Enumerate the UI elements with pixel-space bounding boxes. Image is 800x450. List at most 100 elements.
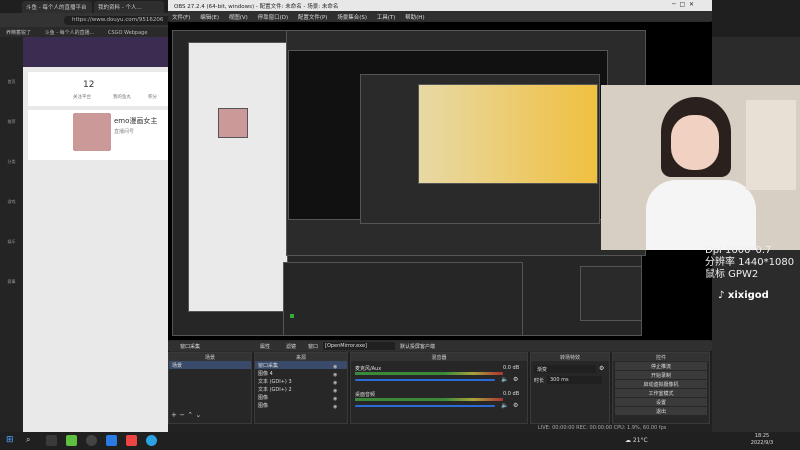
transitions-dock: 转场特效 渐变 ⚙ 时长 300 ms [530,352,610,424]
maximize-icon[interactable]: □ [679,1,685,8]
tiktok-watermark: ♪ xixigod [718,290,800,306]
obs-status-bar: LIVE: 00:00:00 REC: 00:00:00 CPU: 1.9%, … [168,424,712,432]
mixer-dock: 混音器 麦克风/Aux 0.0 dB 🔈 ⚙ 桌面音频 0.0 dB 🔈 ⚙ [350,352,528,424]
app-icon[interactable] [126,435,137,446]
obs-title-bar: OBS 27.2.4 (64-bit, windows) - 配置文件: 未命名… [168,0,712,11]
site-sidebar: 首页 推荐 分类 游戏 娱乐 赛事 [0,37,23,432]
browser-tab[interactable]: 斗鱼 - 每个人的直播平台 [22,1,92,13]
eye-icon[interactable]: ◉ [333,387,345,395]
windows-start-icon[interactable]: ⊞ [6,435,17,446]
selected-source-label: 窗口采集 [180,344,201,350]
taskbar [0,432,800,450]
menu-view[interactable]: 视图(V) [229,13,248,21]
bookmark[interactable]: 养精蓄锐了 [6,29,31,36]
stat-label: 积分 [148,95,157,100]
nested-docks [283,262,523,336]
duration-label: 时长 [534,378,545,384]
stream-status: LIVE: 00:00:00 REC: 00:00:00 CPU: 1.9%, … [538,425,667,431]
cloud-icon: ☁ [625,437,631,444]
menu-docks[interactable]: 停靠窗口(D) [258,13,289,21]
source-toolbar: 窗口采集 属性 滤镜 窗口 [OpenMirror.exe] 默认投屏客户端 [168,341,712,351]
task-view-icon[interactable] [46,435,57,446]
close-icon[interactable]: ✕ [689,1,694,8]
edge-browser-icon[interactable] [146,435,157,446]
mixer-channel-db: 0.0 dB [503,391,520,397]
sidebar-item[interactable]: 分类 [2,159,21,165]
stop-streaming-button[interactable]: 停止推流 [615,362,707,370]
window-select[interactable]: [OpenMirror.exe] [323,342,395,350]
start-recording-button[interactable]: 开始录制 [615,371,707,379]
obs-taskbar-icon[interactable] [86,435,97,446]
gear-icon[interactable]: ⚙ [513,402,518,409]
wechat-icon[interactable] [66,435,77,446]
start-virtual-camera-button[interactable]: 启动虚拟摄像机 [615,380,707,388]
speaker-icon[interactable]: 🔈 [501,402,508,409]
gear-icon[interactable]: ⚙ [513,376,518,383]
mixer-dock-title: 混音器 [351,353,527,361]
bookmark[interactable]: 斗鱼 - 每个人的直播... [45,29,95,36]
volume-meter [355,398,503,401]
volume-slider[interactable] [355,405,495,407]
properties-button[interactable]: 属性 [260,343,270,350]
sidebar-item[interactable]: 娱乐 [2,239,21,245]
stat-value: 12 [83,80,95,90]
scenes-dock-title: 场景 [169,353,251,361]
controls-dock-title: 控件 [613,353,709,361]
streamer-sub: 直播间号 [114,129,135,135]
menu-edit[interactable]: 编辑(E) [200,13,219,21]
move-down-icon[interactable]: ⌄ [195,411,201,419]
weather-widget[interactable]: ☁ 21°C [625,437,648,444]
nested-site-page [188,42,288,312]
gear-icon[interactable]: ⚙ [599,365,604,372]
nested-avatar [218,108,248,138]
volume-slider[interactable] [355,379,495,381]
mouse-text: 鼠标 GPW2 [705,269,759,280]
remove-icon[interactable]: − [179,411,185,419]
avatar[interactable] [73,113,111,151]
studio-mode-button[interactable]: 工作室模式 [615,389,707,397]
bookmark[interactable]: CSGO Webpage [108,30,147,36]
menu-scene-collection[interactable]: 场景集合(S) [337,13,367,21]
minimize-icon[interactable]: ─ [672,1,676,8]
mixer-channel-name: 麦克风/Aux [355,366,382,372]
browser-tab[interactable]: 我的资料 - 个人... [94,1,164,13]
sidebar-item[interactable]: 游戏 [2,199,21,205]
clock-time: 18:25 [754,433,770,439]
settings-button[interactable]: 设置 [615,398,707,406]
face [671,115,719,170]
window-controls: ─ □ ✕ [672,1,710,10]
eye-icon[interactable]: ◉ [333,379,345,387]
user-stats-card: 12 关注平台 我的鱼丸 积分 [28,72,168,106]
transition-select[interactable]: 渐变 [534,365,596,373]
nested-recursion [418,84,598,184]
menu-tools[interactable]: 工具(T) [377,13,396,21]
sidebar-item[interactable]: 推荐 [2,119,21,125]
eye-icon[interactable]: ◉ [333,371,345,379]
menu-file[interactable]: 文件(F) [172,13,190,21]
app-icon[interactable] [106,435,117,446]
controls-dock: 控件 停止推流 开始录制 启动虚拟摄像机 工作室模式 设置 退出 [612,352,710,424]
menu-help[interactable]: 帮助(H) [405,13,424,21]
duration-input[interactable]: 300 ms [547,376,602,384]
filters-button[interactable]: 滤镜 [286,343,296,350]
exit-button[interactable]: 退出 [615,407,707,415]
browser-tab-strip-right [712,0,800,37]
sidebar-item[interactable]: 首页 [2,79,21,85]
tiktok-icon: ♪ [718,290,725,301]
sources-dock-title: 来源 [255,353,347,361]
menu-profile[interactable]: 配置文件(P) [298,13,328,21]
eye-icon[interactable]: ◉ [333,395,345,403]
speaker-icon[interactable]: 🔈 [501,376,508,383]
eye-icon[interactable]: ◉ [333,363,345,371]
sidebar-item[interactable]: 赛事 [2,279,21,285]
add-icon[interactable]: + [171,411,177,419]
visibility-icons: ◉ ◉ ◉ ◉ ◉ ◉ [333,363,345,411]
window-label: 窗口 [308,344,319,350]
shirt [646,180,756,250]
scene-item[interactable]: 场景 [169,361,251,369]
move-up-icon[interactable]: ⌃ [187,411,193,419]
volume-meter [355,372,503,375]
eye-icon[interactable]: ◉ [333,403,345,411]
search-icon[interactable]: ⌕ [26,435,37,446]
system-clock[interactable]: 18:25 2022/9/3 [742,433,782,449]
